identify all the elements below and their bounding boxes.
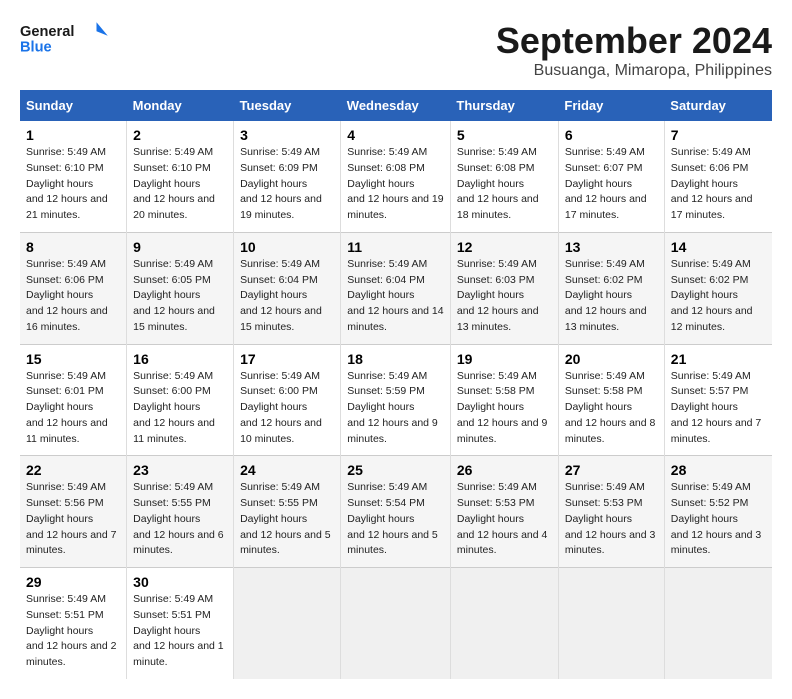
table-row: 30 Sunrise: 5:49 AM Sunset: 5:51 PM Dayl…	[127, 568, 234, 679]
col-tuesday: Tuesday	[234, 90, 341, 121]
table-row: 10 Sunrise: 5:49 AM Sunset: 6:04 PM Dayl…	[234, 232, 341, 344]
empty-cell	[558, 568, 664, 679]
table-row: 4 Sunrise: 5:49 AM Sunset: 6:08 PM Dayli…	[341, 121, 451, 232]
location-title: Busuanga, Mimaropa, Philippines	[496, 62, 772, 80]
table-row: 15 Sunrise: 5:49 AM Sunset: 6:01 PM Dayl…	[20, 344, 127, 456]
col-sunday: Sunday	[20, 90, 127, 121]
col-friday: Friday	[558, 90, 664, 121]
table-row: 17 Sunrise: 5:49 AM Sunset: 6:00 PM Dayl…	[234, 344, 341, 456]
empty-cell	[450, 568, 558, 679]
table-row: 7 Sunrise: 5:49 AM Sunset: 6:06 PM Dayli…	[664, 121, 772, 232]
logo-icon: General Blue	[20, 20, 110, 56]
svg-text:General: General	[20, 24, 74, 40]
table-row: 9 Sunrise: 5:49 AM Sunset: 6:05 PM Dayli…	[127, 232, 234, 344]
month-title: September 2024	[496, 20, 772, 62]
table-row: 18 Sunrise: 5:49 AM Sunset: 5:59 PM Dayl…	[341, 344, 451, 456]
title-area: September 2024 Busuanga, Mimaropa, Phili…	[496, 20, 772, 80]
col-thursday: Thursday	[450, 90, 558, 121]
table-row: 12 Sunrise: 5:49 AM Sunset: 6:03 PM Dayl…	[450, 232, 558, 344]
table-row: 26 Sunrise: 5:49 AM Sunset: 5:53 PM Dayl…	[450, 456, 558, 568]
table-row: 23 Sunrise: 5:49 AM Sunset: 5:55 PM Dayl…	[127, 456, 234, 568]
calendar-table: Sunday Monday Tuesday Wednesday Thursday…	[20, 90, 772, 679]
col-monday: Monday	[127, 90, 234, 121]
table-row: 22 Sunrise: 5:49 AM Sunset: 5:56 PM Dayl…	[20, 456, 127, 568]
table-row: 20 Sunrise: 5:49 AM Sunset: 5:58 PM Dayl…	[558, 344, 664, 456]
empty-cell	[341, 568, 451, 679]
table-row: 5 Sunrise: 5:49 AM Sunset: 6:08 PM Dayli…	[450, 121, 558, 232]
table-row: 25 Sunrise: 5:49 AM Sunset: 5:54 PM Dayl…	[341, 456, 451, 568]
col-wednesday: Wednesday	[341, 90, 451, 121]
svg-text:Blue: Blue	[20, 40, 52, 56]
header-row: Sunday Monday Tuesday Wednesday Thursday…	[20, 90, 772, 121]
table-row: 21 Sunrise: 5:49 AM Sunset: 5:57 PM Dayl…	[664, 344, 772, 456]
header: General Blue September 2024 Busuanga, Mi…	[20, 20, 772, 80]
table-row: 3 Sunrise: 5:49 AM Sunset: 6:09 PM Dayli…	[234, 121, 341, 232]
table-row: 19 Sunrise: 5:49 AM Sunset: 5:58 PM Dayl…	[450, 344, 558, 456]
empty-cell	[234, 568, 341, 679]
table-row: 1 Sunrise: 5:49 AM Sunset: 6:10 PM Dayli…	[20, 121, 127, 232]
table-row: 14 Sunrise: 5:49 AM Sunset: 6:02 PM Dayl…	[664, 232, 772, 344]
table-row: 8 Sunrise: 5:49 AM Sunset: 6:06 PM Dayli…	[20, 232, 127, 344]
table-row: 29 Sunrise: 5:49 AM Sunset: 5:51 PM Dayl…	[20, 568, 127, 679]
table-row: 13 Sunrise: 5:49 AM Sunset: 6:02 PM Dayl…	[558, 232, 664, 344]
table-row: 2 Sunrise: 5:49 AM Sunset: 6:10 PM Dayli…	[127, 121, 234, 232]
table-row: 6 Sunrise: 5:49 AM Sunset: 6:07 PM Dayli…	[558, 121, 664, 232]
col-saturday: Saturday	[664, 90, 772, 121]
table-row: 16 Sunrise: 5:49 AM Sunset: 6:00 PM Dayl…	[127, 344, 234, 456]
table-row: 28 Sunrise: 5:49 AM Sunset: 5:52 PM Dayl…	[664, 456, 772, 568]
empty-cell	[664, 568, 772, 679]
logo: General Blue	[20, 20, 110, 56]
table-row: 27 Sunrise: 5:49 AM Sunset: 5:53 PM Dayl…	[558, 456, 664, 568]
table-row: 24 Sunrise: 5:49 AM Sunset: 5:55 PM Dayl…	[234, 456, 341, 568]
table-row: 11 Sunrise: 5:49 AM Sunset: 6:04 PM Dayl…	[341, 232, 451, 344]
